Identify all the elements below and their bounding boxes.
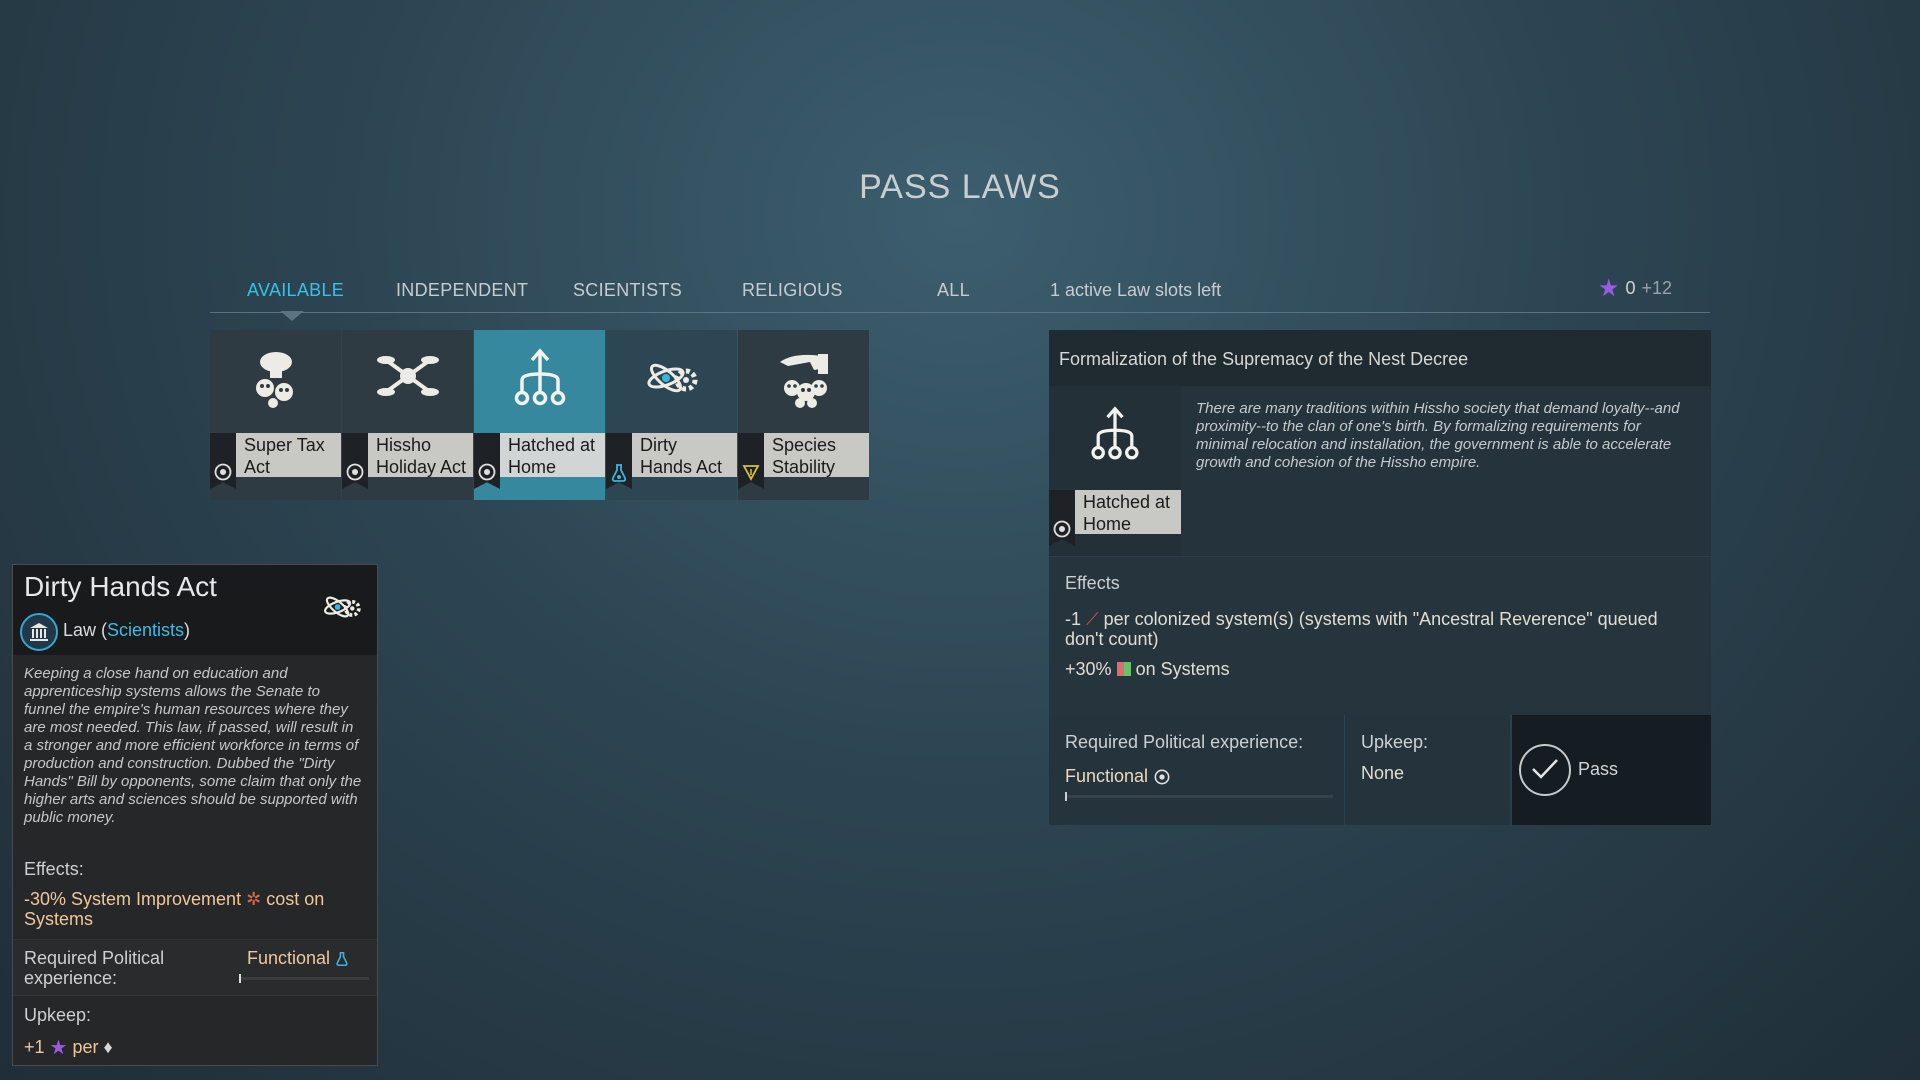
pass-label: Pass bbox=[1578, 759, 1619, 779]
law-effects: Effects -1 ⟋ per colonized system(s) (sy… bbox=[1049, 556, 1711, 715]
flask-icon bbox=[611, 464, 627, 482]
experience-bar bbox=[239, 974, 369, 983]
tab-religious[interactable]: RELIGIOUS bbox=[742, 280, 843, 301]
effect-line: +30% on Systems bbox=[1065, 659, 1230, 679]
page-title: PASS LAWS bbox=[859, 168, 1061, 206]
tab-independent[interactable]: INDEPENDENT bbox=[396, 280, 528, 301]
flask-icon bbox=[336, 951, 348, 966]
star-icon: ★ bbox=[49, 1037, 68, 1059]
tax-faces-icon bbox=[210, 348, 341, 408]
law-detail-card: Hatched at Home bbox=[1049, 386, 1181, 556]
law-card-hatched-at-home[interactable]: Hatched at Home bbox=[474, 330, 605, 500]
law-card-dirty-hands-act[interactable]: Dirty Hands Act bbox=[606, 330, 737, 500]
target-icon bbox=[346, 463, 364, 481]
atom-gear-icon bbox=[606, 348, 737, 408]
tooltip-description: Keeping a close hand on education and ap… bbox=[24, 665, 362, 826]
upkeep-value: None bbox=[1361, 763, 1405, 783]
nest-tree-icon bbox=[1049, 406, 1181, 462]
population-icon: ♦ bbox=[103, 1037, 113, 1057]
faction-ribbon bbox=[210, 433, 236, 489]
tab-scientists[interactable]: SCIENTISTS bbox=[573, 280, 682, 301]
required-level: Functional bbox=[1065, 766, 1149, 786]
faction-ribbon bbox=[738, 433, 764, 489]
faction-ribbon bbox=[474, 433, 500, 489]
target-icon bbox=[214, 463, 232, 481]
law-list: Super Tax Act Hissho Holiday Act Hatched… bbox=[210, 330, 870, 500]
law-tabs: AVAILABLE INDEPENDENT SCIENTISTS RELIGIO… bbox=[210, 270, 1710, 313]
star-icon: ★ bbox=[1598, 274, 1620, 302]
law-detail-description: There are many traditions within Hissho … bbox=[1196, 400, 1680, 471]
hand-skulls-icon bbox=[738, 348, 869, 408]
feather-icon: ⟋ bbox=[1086, 609, 1099, 629]
tab-available[interactable]: AVAILABLE bbox=[247, 280, 344, 301]
faction-ribbon bbox=[1049, 490, 1075, 546]
law-card-super-tax-act[interactable]: Super Tax Act bbox=[210, 330, 341, 500]
law-slots-left: 1 active Law slots left bbox=[1050, 280, 1222, 300]
tooltip-effects-heading: Effects: bbox=[24, 859, 84, 879]
tooltip-upkeep-value: +1 ★ per ♦ bbox=[24, 1037, 113, 1059]
law-card-hissho-holiday-act[interactable]: Hissho Holiday Act bbox=[342, 330, 473, 500]
faction-ribbon bbox=[342, 433, 368, 489]
effects-heading: Effects bbox=[1065, 573, 1120, 593]
pass-button[interactable]: Pass bbox=[1512, 715, 1711, 825]
target-icon bbox=[1053, 520, 1071, 538]
senate-icon bbox=[20, 613, 58, 651]
influence-value: 0 bbox=[1625, 278, 1636, 298]
tab-all[interactable]: ALL bbox=[937, 280, 970, 301]
influence-gain: +12 bbox=[1641, 278, 1673, 298]
checkmark-icon bbox=[1519, 744, 1571, 796]
experience-bar bbox=[1065, 792, 1333, 801]
law-card-species-stability[interactable]: Species Stability bbox=[738, 330, 869, 500]
tooltip-required-experience: Required Political experience: Functiona… bbox=[13, 939, 377, 996]
drone-icon bbox=[342, 348, 473, 408]
tooltip-title: Dirty Hands Act bbox=[24, 571, 217, 602]
law-detail-heading: Formalization of the Supremacy of the Ne… bbox=[1049, 330, 1711, 386]
resource-grid-icon bbox=[1116, 662, 1131, 676]
influence-counter: ★ 0 +12 bbox=[1598, 274, 1673, 302]
tooltip-upkeep-heading: Upkeep: bbox=[24, 1005, 92, 1025]
faction-ribbon bbox=[606, 433, 632, 489]
law-detail-panel: Formalization of the Supremacy of the Ne… bbox=[1049, 330, 1711, 825]
active-tab-caret bbox=[280, 311, 304, 321]
law-faction: Law (Scientists) bbox=[63, 620, 191, 640]
upkeep: Upkeep: None bbox=[1345, 715, 1510, 825]
nest-tree-icon bbox=[474, 348, 605, 408]
triangle-icon bbox=[742, 465, 760, 481]
target-icon bbox=[1154, 769, 1170, 784]
gear-icon: ✲ bbox=[246, 889, 262, 909]
tooltip-effect: -30% System Improvement ✲ cost on System… bbox=[24, 889, 325, 929]
target-icon bbox=[478, 463, 496, 481]
law-tooltip: Dirty Hands Act Law (Scientists) Keeping… bbox=[12, 564, 378, 1066]
required-experience: Required Political experience: Functiona… bbox=[1049, 715, 1344, 825]
effect-line: -1 ⟋ per colonized system(s) (systems wi… bbox=[1065, 609, 1658, 649]
atom-gear-icon bbox=[317, 585, 367, 634]
